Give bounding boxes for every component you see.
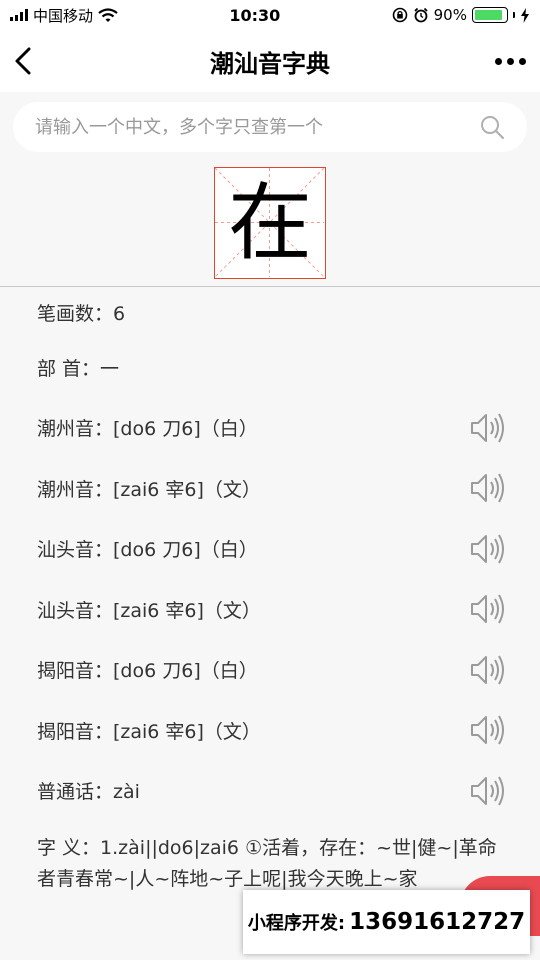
orientation-lock-icon <box>392 7 407 23</box>
radical-row: 部 首：一 <box>37 337 508 398</box>
page-title: 潮汕音字典 <box>210 49 330 78</box>
more-dot-icon <box>519 57 526 65</box>
radical-text: 部 首：一 <box>37 357 120 380</box>
status-right: 90% <box>392 6 530 24</box>
speaker-icon[interactable] <box>468 468 508 508</box>
mandarin-text: 普通话：zài <box>37 781 140 804</box>
battery-percent: 90% <box>433 6 467 24</box>
reading-text: 汕头音：[do6 刀6]（白） <box>37 539 258 562</box>
reading-text: 潮州音：[do6 刀6]（白） <box>37 418 258 441</box>
reading-text: 潮州音：[zai6 宰6]（文） <box>37 478 261 501</box>
chevron-left-icon <box>15 47 31 75</box>
reading-text: 揭阳音：[do6 刀6]（白） <box>37 660 258 683</box>
nav-bar: 潮汕音字典 <box>0 30 540 92</box>
search-section <box>0 92 540 160</box>
battery-fill <box>474 10 502 20</box>
character-grid: 在 <box>214 167 326 279</box>
speaker-icon[interactable] <box>468 771 508 811</box>
reading-row: 潮州音：[zai6 宰6]（文） <box>37 458 508 519</box>
battery-icon <box>471 7 508 23</box>
alarm-icon <box>414 7 428 23</box>
signal-icon <box>10 9 28 21</box>
reading-text: 汕头音：[zai6 宰6]（文） <box>37 599 261 622</box>
search-icon[interactable] <box>479 114 505 140</box>
speaker-icon[interactable] <box>468 589 508 629</box>
status-left: 中国移动 <box>10 5 118 26</box>
character-glyph: 在 <box>227 174 312 272</box>
charging-icon <box>520 7 529 23</box>
status-bar: 中国移动 10:30 90% <box>0 0 540 30</box>
reading-row: 潮州音：[do6 刀6]（白） <box>37 398 508 459</box>
search-box[interactable] <box>13 102 527 152</box>
back-button[interactable] <box>14 41 54 81</box>
more-dot-icon <box>507 57 514 65</box>
more-dot-icon <box>495 57 502 65</box>
battery-cap <box>512 12 515 18</box>
character-display: 在 <box>0 160 540 287</box>
promo-label: 小程序开发: <box>247 913 346 934</box>
info-list: 笔画数：6 部 首：一 潮州音：[do6 刀6]（白） 潮州音：[zai6 宰6… <box>0 287 540 821</box>
carrier-name: 中国移动 <box>33 6 94 25</box>
speaker-icon[interactable] <box>468 710 508 750</box>
promo-banner[interactable]: 小程序开发: 13691612727 <box>243 890 530 954</box>
reading-row: 汕头音：[do6 刀6]（白） <box>37 519 508 580</box>
promo-phone: 13691612727 <box>349 909 526 935</box>
reading-row: 揭阳音：[zai6 宰6]（文） <box>37 700 508 761</box>
strokes-row: 笔画数：6 <box>37 287 508 337</box>
reading-row: 揭阳音：[do6 刀6]（白） <box>37 640 508 701</box>
speaker-icon[interactable] <box>468 408 508 448</box>
speaker-icon[interactable] <box>468 529 508 569</box>
speaker-icon[interactable] <box>468 650 508 690</box>
strokes-text: 笔画数：6 <box>37 302 126 325</box>
meaning-text: 字 义：1.zài||do6|zai6 ①活着，存在：~世|健~|革命者青春常~… <box>37 837 497 890</box>
status-time: 10:30 <box>229 5 281 25</box>
wifi-icon <box>98 7 118 22</box>
more-button[interactable] <box>486 41 526 81</box>
reading-row: 汕头音：[zai6 宰6]（文） <box>37 579 508 640</box>
mandarin-row: 普通话：zài <box>37 761 508 822</box>
search-input[interactable] <box>35 116 455 138</box>
reading-text: 揭阳音：[zai6 宰6]（文） <box>37 720 261 743</box>
